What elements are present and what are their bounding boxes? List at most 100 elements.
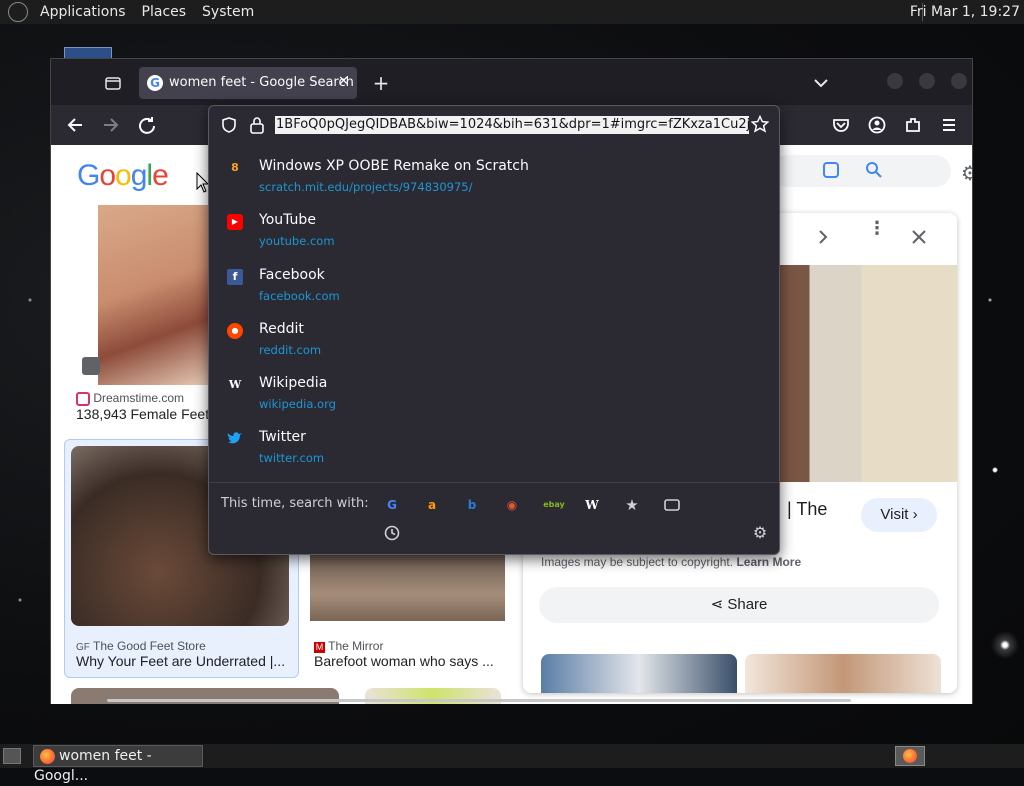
result-caption-3[interactable]: M The Mirror Barefoot woman who says ... [314,639,514,669]
tab-strip: G women feet - Google Search ✕ + [51,59,972,105]
history-icon[interactable] [383,524,401,542]
browser-window: G women feet - Google Search ✕ + Google … [50,58,973,704]
suggestion-item[interactable]: f Facebook facebook.com [209,261,779,315]
suggestion-item[interactable]: W Wikipedia wikipedia.org [209,369,779,423]
next-chevron-icon[interactable] [813,227,833,251]
suggestion-title: Windows XP OOBE Remake on Scratch [259,158,529,174]
logo-letter: o [99,159,116,192]
result-title: Why Your Feet are Underrated |... [76,653,286,669]
related-image-2[interactable] [745,654,941,693]
forward-icon[interactable] [101,115,121,135]
close-window-button[interactable] [951,73,967,89]
back-icon[interactable] [65,115,85,135]
logo-letter: g [130,159,148,192]
bookmarks-icon[interactable]: ★ [623,496,641,514]
mirror-favicon-icon: M [314,642,325,653]
duckduckgo-engine-icon[interactable]: ◉ [503,496,521,514]
taskbar-window-button[interactable]: women feet - Googl... [33,745,203,784]
suggestion-url: twitter.com [259,451,325,466]
suggestion-title: Reddit [259,320,304,337]
account-icon[interactable] [867,115,887,135]
places-menu[interactable]: Places [134,4,195,20]
reload-icon[interactable] [137,115,157,135]
copyright-text: Images may be subject to copyright. [541,555,734,569]
logo-letter: e [152,159,169,192]
facebook-icon: f [227,268,243,285]
app-menu-icon[interactable] [939,115,959,135]
tabs-icon[interactable] [663,496,681,514]
twitter-icon [227,431,243,447]
url-bar-dropdown: 1BFoQ0pQJegQIDBAB&biw=1024&bih=631&dpr=1… [208,105,780,555]
firefox-view-icon[interactable] [103,73,123,93]
tracking-protection-shield-icon[interactable] [221,117,237,137]
url-bar[interactable]: 1BFoQ0pQJegQIDBAB&biw=1024&bih=631&dpr=1… [209,106,779,144]
suggestion-item[interactable]: 8 Windows XP OOBE Remake on Scratch scra… [209,152,779,206]
tab-title: women feet - Google Search [169,75,354,90]
suggestion-item[interactable]: ● Reddit reddit.com [209,315,779,369]
bookmark-star-icon[interactable] [750,114,770,137]
close-tab-icon[interactable]: ✕ [338,74,349,89]
search-settings-gear-icon[interactable]: ⚙ [751,524,769,542]
result-caption-2[interactable]: GF The Good Feet Store Why Your Feet are… [76,639,296,669]
suggestion-url: scratch.mit.edu/projects/974830975/ [259,180,473,194]
logo-letter: G [77,159,100,192]
google-favicon-icon: G [147,75,163,91]
suggestion-title: YouTube [259,212,316,229]
suggestion-title: Twitter [259,429,306,446]
workspace-switcher[interactable] [895,746,925,766]
wikipedia-engine-icon[interactable]: W [583,496,601,514]
reddit-icon: ● [227,322,243,339]
suggestion-title: Wikipedia [259,375,328,392]
clock[interactable]: Fri Mar 1, 19:27 [910,4,1020,20]
google-logo[interactable]: Google [77,159,169,193]
url-text[interactable]: 1BFoQ0pQJegQIDBAB&biw=1024&bih=631&dpr=1… [275,116,749,134]
tab-google-search[interactable]: G women feet - Google Search ✕ [139,67,357,99]
ebay-engine-icon[interactable]: ebay [543,496,565,514]
result-source: The Good Feet Store [93,639,206,653]
suggestion-url: youtube.com [259,234,335,249]
share-button[interactable]: ⋖ Share [539,587,939,623]
firefox-icon [40,748,55,764]
system-menu[interactable]: System [194,4,262,20]
bing-engine-icon[interactable]: b [463,496,481,514]
settings-icon[interactable]: ⚙ [961,161,972,185]
logo-letter: o [115,159,132,192]
dropdown-divider [209,482,779,483]
search-icon[interactable] [865,161,883,183]
suggestion-url: reddit.com [259,342,322,357]
search-with-label: This time, search with: [221,496,369,511]
more-options-icon[interactable]: ⋮ [868,220,886,238]
google-lens-icon[interactable] [823,162,839,178]
result-caption-1[interactable]: Dreamstime.com 138,943 Female Feet [76,391,216,422]
suggestion-title: Facebook [259,266,325,283]
extensions-icon[interactable] [903,115,923,135]
pocket-icon[interactable] [831,115,851,135]
horizontal-scrollbar[interactable] [107,699,851,702]
result-image-3[interactable] [310,554,505,621]
related-image-1[interactable] [541,654,737,693]
lock-icon[interactable] [249,116,265,138]
youtube-icon: ▶ [227,214,243,231]
new-tab-button[interactable]: + [371,73,391,93]
amazon-engine-icon[interactable]: a [423,496,441,514]
suggestion-url: facebook.com [259,288,340,303]
preview-title[interactable]: | The [787,499,827,520]
applications-menu[interactable]: Applications [32,4,134,20]
gnome-foot-icon[interactable] [8,2,28,22]
visit-label: Visit [880,506,909,523]
show-desktop-icon[interactable] [3,748,21,764]
minimize-button[interactable] [887,73,903,89]
google-engine-icon[interactable]: G [383,496,401,514]
goodfeet-favicon-icon: GF [76,642,90,653]
result-image-1[interactable] [98,205,208,385]
google-search-box[interactable] [771,155,951,187]
suggestion-item[interactable]: Twitter twitter.com [209,423,779,477]
suggestion-item[interactable]: ▶ YouTube youtube.com [209,206,779,260]
learn-more-link[interactable]: Learn More [736,555,801,569]
scratch-icon: 8 [231,161,239,174]
close-panel-icon[interactable] [909,227,929,251]
result-source: Dreamstime.com [93,391,185,405]
visit-button[interactable]: Visit › [861,498,937,532]
list-tabs-chevron-icon[interactable] [811,73,831,93]
maximize-button[interactable] [919,73,935,89]
